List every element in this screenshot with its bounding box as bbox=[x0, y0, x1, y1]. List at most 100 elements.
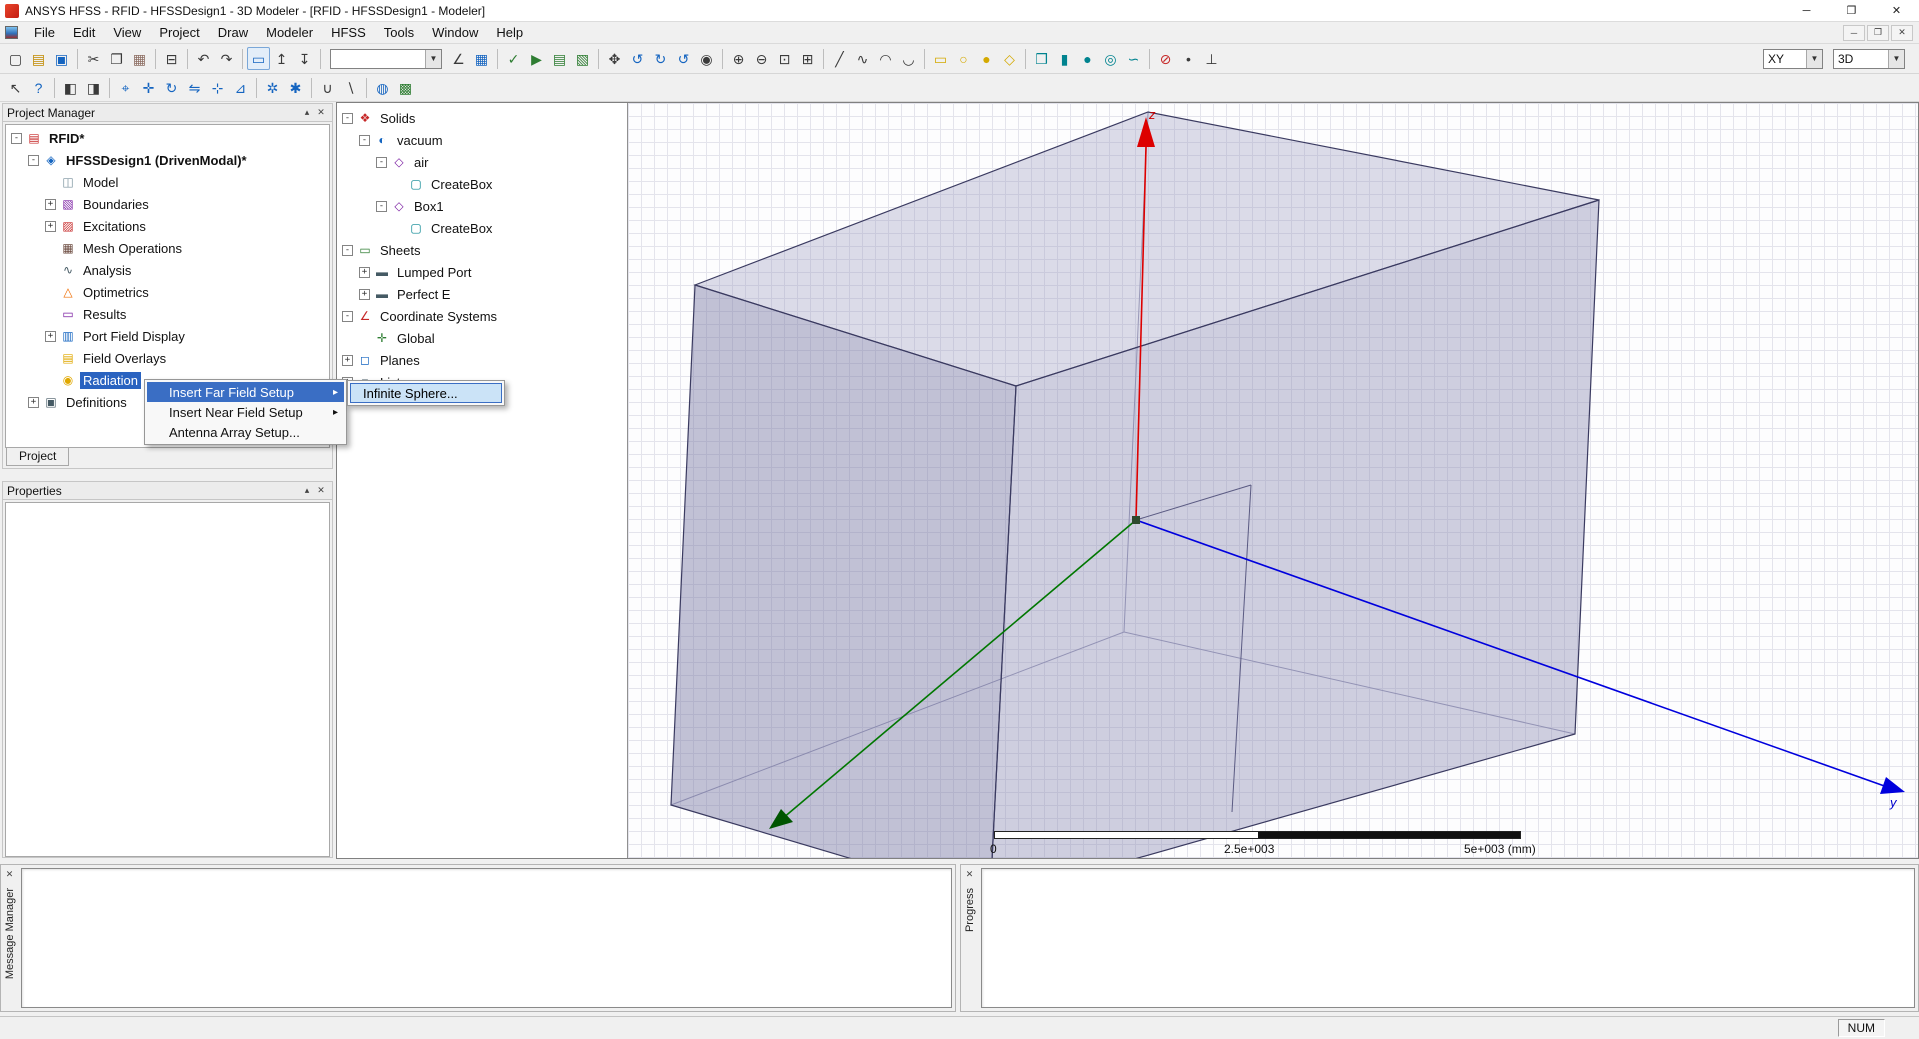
tree-item-optimetrics[interactable]: △ Optimetrics bbox=[6, 281, 329, 303]
dropdown-arrow-icon[interactable]: ▼ bbox=[1806, 50, 1822, 68]
tree-expander-toggle[interactable]: + bbox=[359, 267, 370, 278]
menu-item-infinite-sphere[interactable]: Infinite Sphere... bbox=[350, 383, 502, 403]
analyze-all-button[interactable]: ▶ bbox=[525, 47, 548, 70]
tree-expander-toggle[interactable]: + bbox=[28, 397, 39, 408]
draw-helix-button[interactable]: ∽ bbox=[1122, 47, 1145, 70]
menu-help[interactable]: Help bbox=[487, 22, 532, 43]
menu-project[interactable]: Project bbox=[150, 22, 208, 43]
draw-torus-button[interactable]: ◎ bbox=[1099, 47, 1122, 70]
non-model-object-button[interactable]: ⊘ bbox=[1154, 47, 1177, 70]
undo-button[interactable]: ↶ bbox=[192, 47, 215, 70]
draw-point-button[interactable]: • bbox=[1177, 47, 1200, 70]
tree-expander-toggle[interactable]: - bbox=[376, 157, 387, 168]
tree-item-boundaries[interactable]: + ▧ Boundaries bbox=[6, 193, 329, 215]
create-relative-cs-button[interactable]: ✲ bbox=[261, 76, 284, 99]
rotate-button[interactable]: ↻ bbox=[160, 76, 183, 99]
tree-item-analysis[interactable]: ∿ Analysis bbox=[6, 259, 329, 281]
tree-item-box1[interactable]: - ◇ Box1 bbox=[337, 195, 627, 217]
tree-item-air[interactable]: - ◇ air bbox=[337, 151, 627, 173]
solution-data-button[interactable]: ▦ bbox=[470, 47, 493, 70]
tree-expander-toggle[interactable]: - bbox=[342, 311, 353, 322]
new-project-button[interactable]: ▢ bbox=[4, 47, 27, 70]
tree-item-createbox-air[interactable]: ▢ CreateBox bbox=[337, 173, 627, 195]
draw-sphere-button[interactable]: ● bbox=[1076, 47, 1099, 70]
draw-circle-button[interactable]: ● bbox=[975, 47, 998, 70]
menu-edit[interactable]: Edit bbox=[64, 22, 104, 43]
close-panel-button[interactable]: ✕ bbox=[314, 485, 328, 496]
mdi-restore-button[interactable]: ❐ bbox=[1867, 25, 1889, 41]
message-list[interactable] bbox=[21, 868, 952, 1008]
cut-button[interactable]: ✂ bbox=[82, 47, 105, 70]
draw-cylinder-button[interactable]: ▮ bbox=[1053, 47, 1076, 70]
boolean-unite-button[interactable]: ∪ bbox=[316, 76, 339, 99]
tree-expander-toggle[interactable]: + bbox=[45, 331, 56, 342]
mdi-document-icon[interactable] bbox=[5, 26, 18, 39]
drawing-plane-combobox[interactable]: XY ▼ bbox=[1763, 49, 1823, 69]
draw-spline-button[interactable]: ∿ bbox=[851, 47, 874, 70]
fit-selection-button[interactable]: ⊞ bbox=[796, 47, 819, 70]
close-panel-button[interactable]: ✕ bbox=[4, 868, 16, 880]
paste-button[interactable]: ▦ bbox=[128, 47, 151, 70]
tree-expander-toggle[interactable]: + bbox=[45, 199, 56, 210]
draw-line-button[interactable]: ╱ bbox=[828, 47, 851, 70]
menu-window[interactable]: Window bbox=[423, 22, 487, 43]
drawing-mode-combobox[interactable]: 3D ▼ bbox=[1833, 49, 1905, 69]
modeler-viewport[interactable]: z y 0 2.5e+003 5e+003 (mm) bbox=[627, 103, 1918, 858]
context-help-button[interactable]: ↖ bbox=[4, 76, 27, 99]
menu-item-insert-near-field-setup[interactable]: Insert Near Field Setup ▸ bbox=[147, 402, 344, 422]
dropdown-arrow-icon[interactable]: ▼ bbox=[1888, 50, 1904, 68]
move-button[interactable]: ✛ bbox=[137, 76, 160, 99]
pan-button[interactable]: ✥ bbox=[603, 47, 626, 70]
minimize-button[interactable]: ─ bbox=[1784, 0, 1829, 21]
dynamic-zoom-button[interactable]: ◉ bbox=[695, 47, 718, 70]
collapse-panel-button[interactable]: ▴ bbox=[300, 107, 314, 118]
tree-item-perfect-e[interactable]: + ▬ Perfect E bbox=[337, 283, 627, 305]
maximize-button[interactable]: ❐ bbox=[1829, 0, 1874, 21]
collapse-panel-button[interactable]: ▴ bbox=[300, 485, 314, 496]
measure-angle-button[interactable]: ⊿ bbox=[229, 76, 252, 99]
scale-button[interactable]: ⊹ bbox=[206, 76, 229, 99]
tree-item-solids[interactable]: - ❖ Solids bbox=[337, 107, 627, 129]
menu-item-insert-far-field-setup[interactable]: Insert Far Field Setup ▸ bbox=[147, 382, 344, 402]
tree-expander-toggle[interactable]: + bbox=[359, 289, 370, 300]
tree-expander-toggle[interactable]: - bbox=[342, 113, 353, 124]
boolean-subtract-button[interactable]: ∖ bbox=[339, 76, 362, 99]
snap-to-point-button[interactable]: ⌖ bbox=[114, 76, 137, 99]
whats-this-button[interactable]: ? bbox=[27, 76, 50, 99]
draw-regular-polygon-button[interactable]: ◇ bbox=[998, 47, 1021, 70]
previous-selection-button[interactable]: ↥ bbox=[270, 47, 293, 70]
tree-item-createbox-box1[interactable]: ▢ CreateBox bbox=[337, 217, 627, 239]
fit-all-button[interactable]: ⊡ bbox=[773, 47, 796, 70]
dropdown-arrow-icon[interactable]: ▼ bbox=[425, 50, 441, 68]
toggle-properties-button[interactable]: ◨ bbox=[82, 76, 105, 99]
tree-expander-toggle[interactable]: - bbox=[359, 135, 370, 146]
tree-item-vacuum[interactable]: - ◐ vacuum bbox=[337, 129, 627, 151]
fields-calculator-button[interactable]: ▩ bbox=[394, 76, 417, 99]
toggle-project-tree-button[interactable]: ◧ bbox=[59, 76, 82, 99]
rotate-around-screen-center-button[interactable]: ↺ bbox=[672, 47, 695, 70]
tree-item-global[interactable]: ✛ Global bbox=[337, 327, 627, 349]
create-face-cs-button[interactable]: ✱ bbox=[284, 76, 307, 99]
draw-arc-center-button[interactable]: ◠ bbox=[874, 47, 897, 70]
zoom-in-button[interactable]: ⊕ bbox=[727, 47, 750, 70]
tree-item-results[interactable]: ▭ Results bbox=[6, 303, 329, 325]
radiation-sphere-button[interactable]: ◍ bbox=[371, 76, 394, 99]
tree-item-hfssdesign1[interactable]: - ◈ HFSSDesign1 (DrivenModal)* bbox=[6, 149, 329, 171]
menu-item-antenna-array-setup[interactable]: Antenna Array Setup... bbox=[147, 422, 344, 442]
tree-item-coordinate-systems[interactable]: - ∠ Coordinate Systems bbox=[337, 305, 627, 327]
tree-item-excitations[interactable]: + ▨ Excitations bbox=[6, 215, 329, 237]
mdi-close-button[interactable]: ✕ bbox=[1891, 25, 1913, 41]
draw-arc-3point-button[interactable]: ◡ bbox=[897, 47, 920, 70]
menu-draw[interactable]: Draw bbox=[209, 22, 257, 43]
tree-expander-toggle[interactable]: + bbox=[45, 221, 56, 232]
close-panel-button[interactable]: ✕ bbox=[964, 868, 976, 880]
mirror-button[interactable]: ⇋ bbox=[183, 76, 206, 99]
selection-combobox[interactable]: ▼ bbox=[330, 49, 442, 69]
tree-item-sheets[interactable]: - ▭ Sheets bbox=[337, 239, 627, 261]
tree-item-mesh-operations[interactable]: ▦ Mesh Operations bbox=[6, 237, 329, 259]
rotate-around-model-center-button[interactable]: ↺ bbox=[626, 47, 649, 70]
save-button[interactable]: ▣ bbox=[50, 47, 73, 70]
tab-project[interactable]: Project bbox=[6, 448, 69, 466]
open-project-button[interactable]: ▤ bbox=[27, 47, 50, 70]
validate-button[interactable]: ✓ bbox=[502, 47, 525, 70]
